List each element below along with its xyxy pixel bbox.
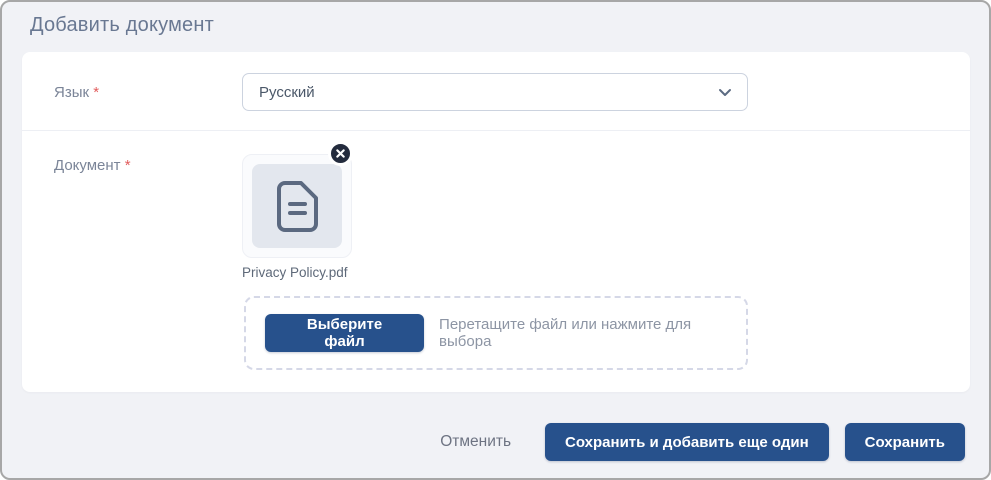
chevron-down-icon — [717, 84, 733, 100]
document-label-text: Документ — [54, 157, 121, 174]
choose-file-button[interactable]: Выберите файл — [265, 314, 424, 352]
cancel-button[interactable]: Отменить — [428, 433, 523, 451]
form-card: Язык * Русский Документ * — [22, 52, 970, 392]
required-mark: * — [93, 84, 99, 101]
page-title: Добавить документ — [30, 14, 214, 37]
dialog-actions: Отменить Сохранить и добавить еще один С… — [2, 423, 989, 461]
document-icon — [275, 180, 319, 232]
document-label: Документ * — [54, 157, 131, 174]
add-document-dialog: Добавить документ Язык * Русский Докумен… — [0, 0, 991, 480]
save-button[interactable]: Сохранить — [845, 423, 965, 461]
close-icon — [336, 149, 345, 158]
required-mark: * — [125, 157, 131, 174]
language-select[interactable]: Русский — [242, 73, 748, 111]
language-label-text: Язык — [54, 84, 89, 101]
remove-file-button[interactable] — [328, 141, 353, 166]
dropzone-hint: Перетащите файл или нажмите для выбора — [439, 316, 746, 350]
file-preview-placeholder — [252, 164, 342, 248]
language-select-value: Русский — [259, 84, 315, 101]
language-label: Язык * — [54, 84, 99, 101]
save-and-add-button[interactable]: Сохранить и добавить еще один — [545, 423, 829, 461]
file-preview[interactable] — [242, 154, 352, 258]
row-divider — [22, 130, 970, 131]
file-dropzone[interactable]: Выберите файл Перетащите файл или нажмит… — [244, 296, 748, 370]
uploaded-file-item: Privacy Policy.pdf — [242, 154, 352, 280]
file-name: Privacy Policy.pdf — [242, 265, 352, 280]
